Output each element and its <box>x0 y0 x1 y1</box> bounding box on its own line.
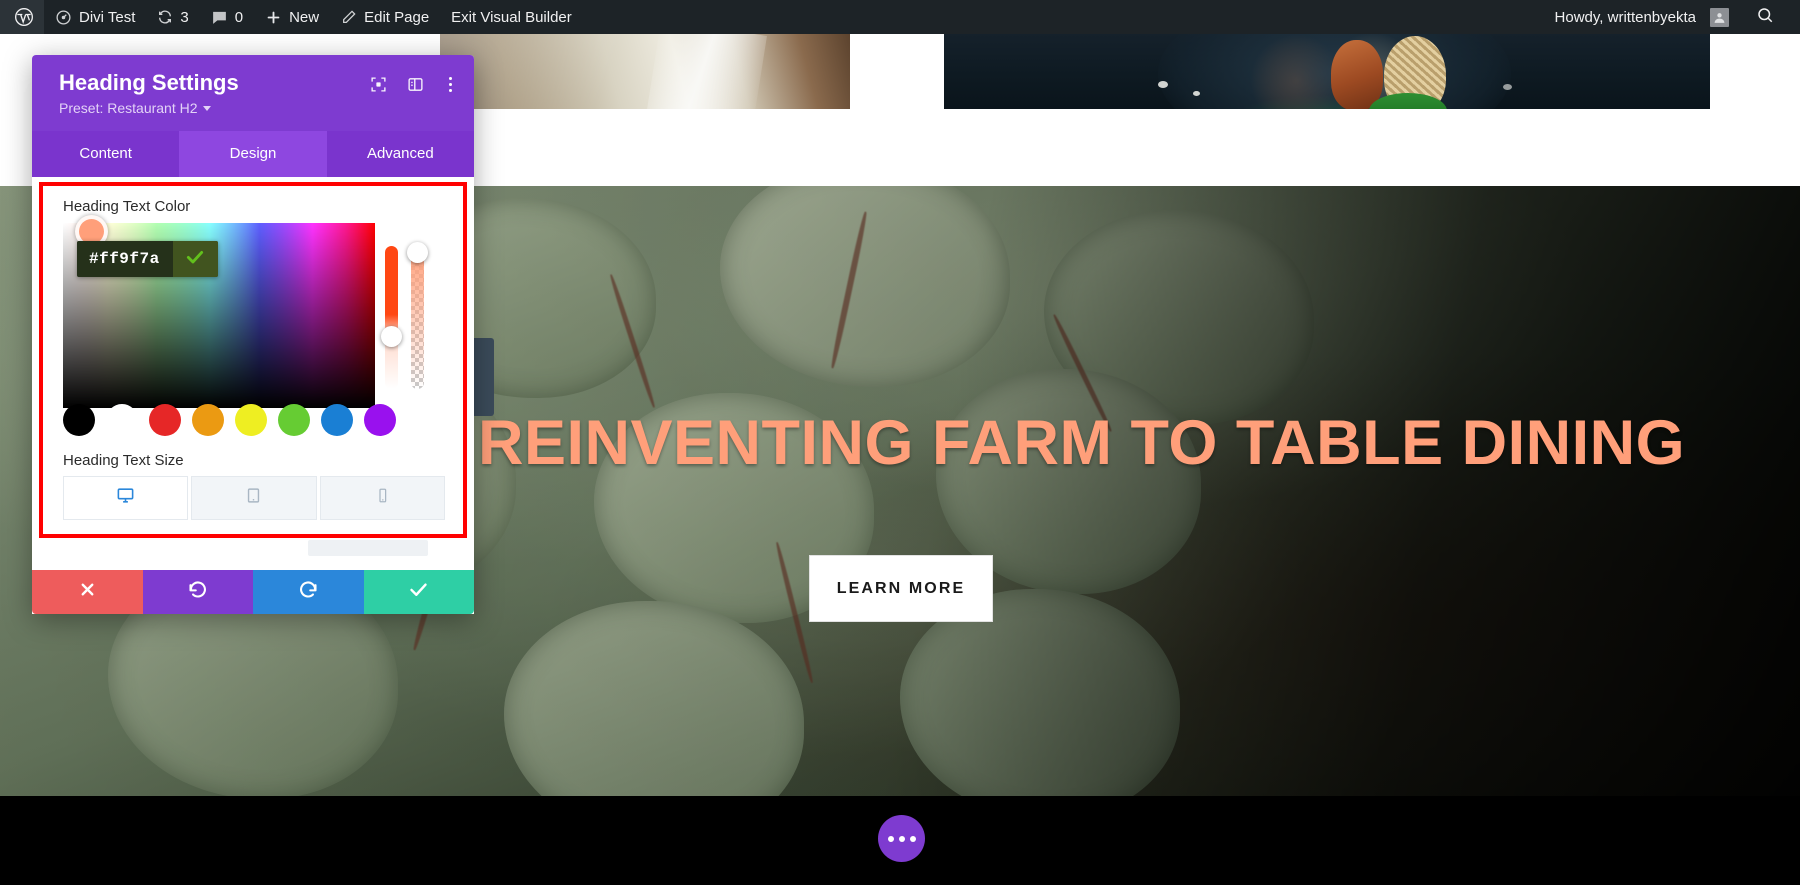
page-settings-fab[interactable] <box>878 815 925 862</box>
pencil-icon <box>341 9 357 25</box>
phone-icon <box>375 488 390 508</box>
learn-more-button[interactable]: LEARN MORE <box>809 555 993 622</box>
swatch-black[interactable] <box>63 404 95 436</box>
swatch-orange[interactable] <box>192 404 224 436</box>
swatch-yellow[interactable] <box>235 404 267 436</box>
modal-header-icons <box>370 75 457 94</box>
redo-icon <box>298 579 319 605</box>
preset-label: Preset: Restaurant H2 <box>59 100 198 116</box>
food-shape-a <box>1331 40 1383 109</box>
wordpress-logo-icon <box>14 7 34 27</box>
partially-hidden-control-row <box>32 538 474 564</box>
screen: Divi Test 3 0 <box>0 0 1800 885</box>
account-menu[interactable]: Howdy, writtenbyekta <box>1544 0 1740 34</box>
modal-header: Heading Settings Preset: Restaurant H2 <box>32 55 474 131</box>
new-content-label: New <box>289 9 319 26</box>
user-avatar-icon <box>1710 8 1729 27</box>
kebab-dot <box>449 77 452 80</box>
discard-button[interactable] <box>32 570 143 614</box>
site-name-menu[interactable]: Divi Test <box>44 0 146 34</box>
tablet-icon <box>245 487 262 509</box>
alpha-slider-knob[interactable] <box>407 242 428 263</box>
hidden-control-chip <box>308 540 428 556</box>
food-speck <box>1193 91 1200 96</box>
check-icon <box>408 579 429 605</box>
wordpress-logo-button[interactable] <box>0 0 44 34</box>
search-button[interactable] <box>1740 6 1786 28</box>
hex-confirm-button[interactable] <box>173 241 218 277</box>
save-button[interactable] <box>364 570 475 614</box>
tab-design[interactable]: Design <box>179 131 326 177</box>
ellipsis-dot <box>888 836 894 842</box>
color-swatch-row <box>63 404 445 436</box>
ellipsis-dot <box>899 836 905 842</box>
hero-heading: REINVENTING FARM TO TABLE DINING <box>478 412 1685 475</box>
modal-tabs: Content Design Advanced <box>32 131 474 177</box>
exit-visual-builder-label: Exit Visual Builder <box>451 9 572 26</box>
swatch-green[interactable] <box>278 404 310 436</box>
redo-button[interactable] <box>253 570 364 614</box>
search-icon <box>1756 11 1774 28</box>
edit-page-label: Edit Page <box>364 9 429 26</box>
tab-advanced[interactable]: Advanced <box>327 131 474 177</box>
site-name-label: Divi Test <box>79 9 135 26</box>
updates-count: 3 <box>180 9 188 26</box>
modal-footer <box>32 570 474 614</box>
swatch-purple[interactable] <box>364 404 396 436</box>
modal-body: Heading Text Color #ff9f7a <box>32 182 474 570</box>
wp-admin-bar: Divi Test 3 0 <box>0 0 1800 34</box>
preset-selector[interactable]: Preset: Restaurant H2 <box>59 100 211 116</box>
admin-bar-left: Divi Test 3 0 <box>0 0 583 34</box>
kebab-dot <box>449 83 452 86</box>
swatch-red[interactable] <box>149 404 181 436</box>
updates-button[interactable]: 3 <box>146 0 199 34</box>
greeting-label: Howdy, writtenbyekta <box>1555 9 1696 26</box>
comments-count: 0 <box>235 9 243 26</box>
device-phone[interactable] <box>320 476 445 520</box>
hue-slider[interactable] <box>385 246 398 389</box>
learn-more-label: LEARN MORE <box>837 580 966 598</box>
dashboard-icon <box>55 9 72 26</box>
kebab-menu-icon[interactable] <box>444 75 457 94</box>
heading-settings-modal: Heading Settings Preset: Restaurant H2 <box>32 55 474 614</box>
admin-bar-right: Howdy, writtenbyekta <box>1544 0 1800 34</box>
undo-button[interactable] <box>143 570 254 614</box>
device-desktop[interactable] <box>63 476 188 520</box>
close-x-icon <box>78 580 97 604</box>
undo-icon <box>187 579 208 605</box>
tab-content[interactable]: Content <box>32 131 179 177</box>
hue-slider-knob[interactable] <box>381 326 402 347</box>
desktop-icon <box>116 486 135 510</box>
color-picker[interactable]: #ff9f7a <box>63 223 431 408</box>
highlighted-settings-group: Heading Text Color #ff9f7a <box>39 182 467 538</box>
chevron-down-icon <box>203 106 211 111</box>
hex-value-input[interactable]: #ff9f7a <box>77 241 173 277</box>
image-strip-right <box>944 34 1710 109</box>
ellipsis-dot <box>910 836 916 842</box>
swatch-blue[interactable] <box>321 404 353 436</box>
comments-icon <box>211 9 228 26</box>
comments-button[interactable]: 0 <box>200 0 254 34</box>
device-breakpoint-tabs <box>63 476 445 520</box>
heading-text-size-label: Heading Text Size <box>63 452 445 469</box>
new-content-button[interactable]: New <box>254 0 330 34</box>
hex-input-chip: #ff9f7a <box>77 241 218 277</box>
food-speck <box>1503 84 1512 90</box>
swatch-white[interactable] <box>106 404 138 436</box>
updates-icon <box>157 9 173 25</box>
exit-visual-builder-button[interactable]: Exit Visual Builder <box>440 0 583 34</box>
kebab-dot <box>449 89 452 92</box>
panel-layout-icon[interactable] <box>407 76 424 93</box>
device-tablet[interactable] <box>191 476 316 520</box>
alpha-slider[interactable] <box>411 246 424 389</box>
focus-target-icon[interactable] <box>370 76 387 93</box>
heading-text-color-label: Heading Text Color <box>63 198 445 215</box>
plus-icon <box>265 9 282 26</box>
food-speck <box>1158 81 1168 88</box>
edit-page-button[interactable]: Edit Page <box>330 0 440 34</box>
check-icon <box>185 247 205 272</box>
image-strip-left <box>440 34 850 109</box>
